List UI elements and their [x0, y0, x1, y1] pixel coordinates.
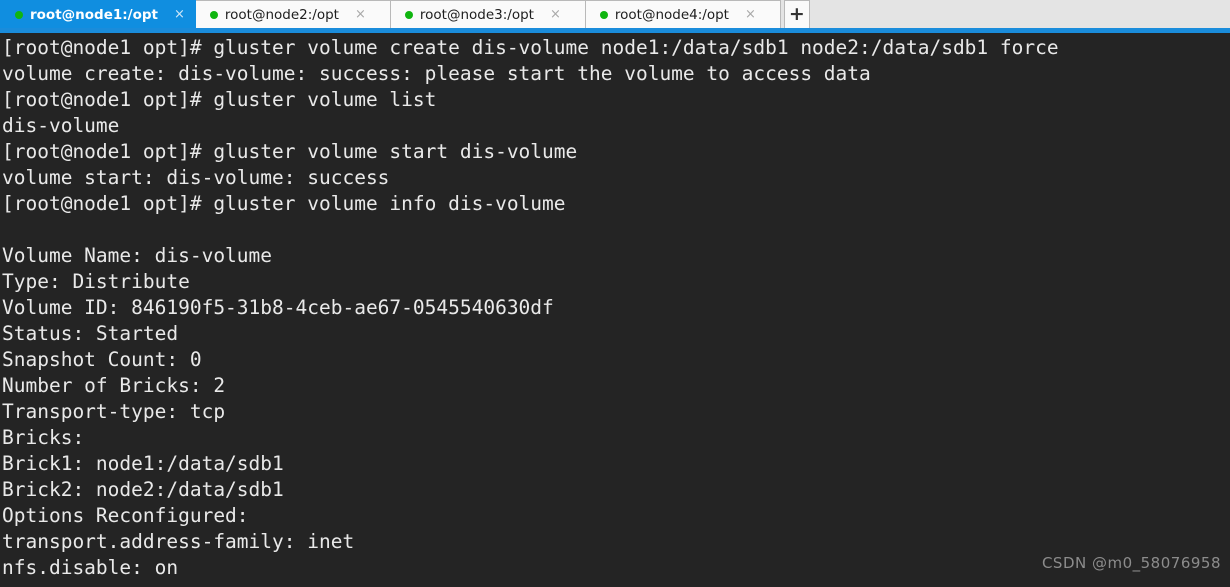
terminal-line: Snapshot Count: 0	[2, 348, 202, 371]
close-icon[interactable]: ×	[174, 8, 185, 21]
terminal-line: Transport-type: tcp	[2, 400, 226, 423]
terminal-line: transport.address-family: inet	[2, 530, 355, 553]
tab-label: root@node1:/opt	[30, 6, 158, 23]
close-icon[interactable]: ×	[550, 8, 561, 21]
tab-root-node2[interactable]: root@node2:/opt ×	[194, 0, 391, 28]
tab-root-node4[interactable]: root@node4:/opt ×	[584, 0, 781, 28]
tab-label: root@node3:/opt	[419, 6, 534, 23]
terminal-line: Volume Name: dis-volume	[2, 244, 273, 267]
watermark-text: CSDN @m0_58076958	[1041, 554, 1221, 572]
terminal-lines: [root@node1 opt]# gluster volume create …	[2, 35, 1230, 581]
terminal-line: Status: Started	[2, 322, 179, 345]
terminal-line: [root@node1 opt]# gluster volume list	[2, 88, 437, 111]
terminal-line: Options Reconfigured:	[2, 504, 249, 527]
new-tab-button[interactable]: +	[783, 0, 810, 28]
tab-root-node1[interactable]: root@node1:/opt ×	[0, 0, 196, 28]
terminal-line: Type: Distribute	[2, 270, 190, 293]
tab-label: root@node2:/opt	[224, 6, 339, 23]
tab-root-node3[interactable]: root@node3:/opt ×	[389, 0, 586, 28]
tab-bar: root@node1:/opt × root@node2:/opt × root…	[0, 0, 1230, 33]
terminal-line: [root@node1 opt]# gluster volume info di…	[2, 192, 566, 215]
terminal-line: [root@node1 opt]# gluster volume start d…	[2, 140, 578, 163]
terminal-line: volume start: dis-volume: success	[2, 166, 390, 189]
terminal-line: Volume ID: 846190f5-31b8-4ceb-ae67-05455…	[2, 296, 554, 319]
terminal-output-pane[interactable]: [root@node1 opt]# gluster volume create …	[0, 33, 1230, 587]
close-icon[interactable]: ×	[355, 8, 366, 21]
close-icon[interactable]: ×	[745, 8, 756, 21]
terminal-line: [root@node1 opt]# gluster volume create …	[2, 36, 1059, 59]
terminal-line: Brick1: node1:/data/sdb1	[2, 452, 284, 475]
status-dot-icon	[15, 10, 23, 19]
status-dot-icon	[404, 10, 413, 19]
terminal-line: Number of Bricks: 2	[2, 374, 226, 397]
status-dot-icon	[599, 10, 608, 19]
terminal-line: Brick2: node2:/data/sdb1	[2, 478, 284, 501]
terminal-line: volume create: dis-volume: success: plea…	[2, 62, 871, 85]
terminal-line: dis-volume	[2, 114, 120, 137]
terminal-line: Bricks:	[2, 426, 85, 449]
status-dot-icon	[209, 10, 218, 19]
tab-label: root@node4:/opt	[614, 6, 729, 23]
